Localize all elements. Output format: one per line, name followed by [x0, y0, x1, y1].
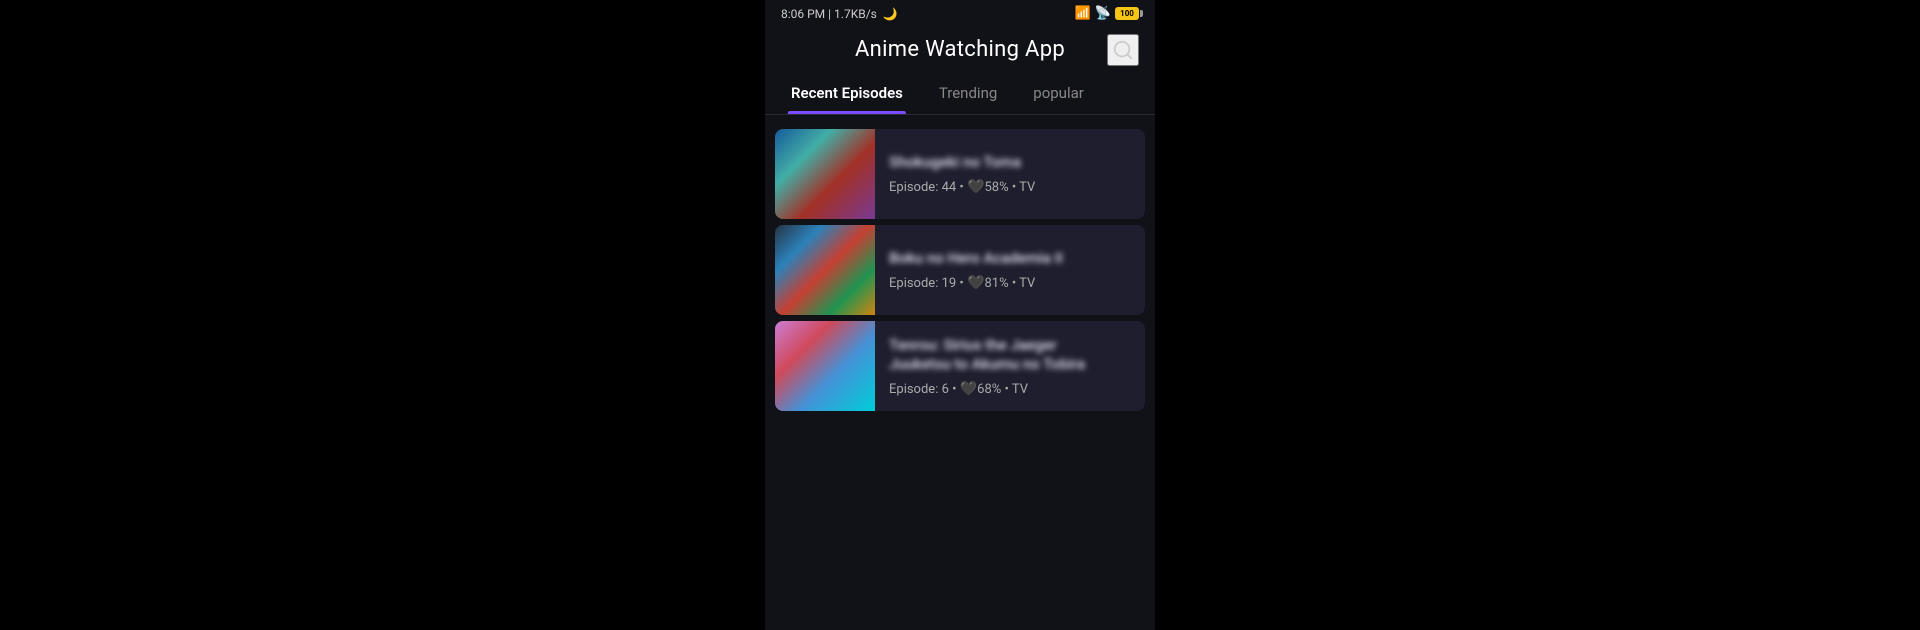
episode-card-1[interactable]: Shokugeki no Toma Episode: 44 • 🖤58% • T… — [775, 129, 1145, 219]
episode-card-3[interactable]: Tenrou: Sirius the Jaeger Juuketsu to Ak… — [775, 321, 1145, 411]
episode-meta-text-3: Episode: 6 • 🖤68% • TV — [889, 381, 1028, 397]
episode-title-1: Shokugeki no Toma — [889, 153, 1131, 173]
episode-info-3: Tenrou: Sirius the Jaeger Juuketsu to Ak… — [875, 324, 1145, 409]
episode-meta-1: Episode: 44 • 🖤58% • TV — [889, 179, 1131, 195]
episode-title-2: Boku no Hero Academia II — [889, 249, 1131, 269]
tab-popular[interactable]: popular — [1015, 72, 1102, 114]
status-bar: 8:06 PM | 1.7KB/s 🌙 📶 📡 100 — [765, 0, 1155, 27]
signal-icon: 📶 — [1075, 6, 1091, 21]
status-left: 8:06 PM | 1.7KB/s 🌙 — [781, 7, 898, 21]
time-network: 8:06 PM | 1.7KB/s — [781, 7, 877, 21]
thumb-overlay-2 — [775, 225, 875, 315]
tabs-container: Recent Episodes Trending popular — [765, 72, 1155, 115]
wifi-icon: 📡 — [1095, 6, 1111, 21]
episode-meta-text-2: Episode: 19 • 🖤81% • TV — [889, 275, 1035, 291]
heart-icon-3: 🖤 — [960, 381, 977, 397]
episode-meta-text-1: Episode: 44 • 🖤58% • TV — [889, 179, 1035, 195]
moon-icon: 🌙 — [883, 7, 898, 21]
episode-meta-2: Episode: 19 • 🖤81% • TV — [889, 275, 1131, 291]
search-button[interactable] — [1107, 34, 1139, 66]
episode-thumbnail-1 — [775, 129, 875, 219]
episode-meta-3: Episode: 6 • 🖤68% • TV — [889, 381, 1131, 397]
episode-title-3: Tenrou: Sirius the Jaeger Juuketsu to Ak… — [889, 336, 1131, 375]
episode-info-1: Shokugeki no Toma Episode: 44 • 🖤58% • T… — [875, 141, 1145, 207]
status-right: 📶 📡 100 — [1075, 6, 1139, 21]
tab-trending[interactable]: Trending — [921, 72, 1015, 114]
app-title: Anime Watching App — [855, 37, 1065, 62]
episode-card-2[interactable]: Boku no Hero Academia II Episode: 19 • 🖤… — [775, 225, 1145, 315]
heart-icon-1: 🖤 — [967, 179, 984, 195]
app-header: Anime Watching App — [765, 27, 1155, 72]
thumb-overlay-1 — [775, 129, 875, 219]
episode-thumbnail-2 — [775, 225, 875, 315]
phone-screen: 8:06 PM | 1.7KB/s 🌙 📶 📡 100 Anime Watchi… — [765, 0, 1155, 630]
episodes-list: Shokugeki no Toma Episode: 44 • 🖤58% • T… — [765, 115, 1155, 630]
episode-info-2: Boku no Hero Academia II Episode: 19 • 🖤… — [875, 237, 1145, 303]
thumb-overlay-3 — [775, 321, 875, 411]
heart-icon-2: 🖤 — [967, 275, 984, 291]
search-icon — [1112, 39, 1134, 61]
battery-icon: 100 — [1115, 7, 1139, 20]
episode-thumbnail-3 — [775, 321, 875, 411]
tab-recent-episodes[interactable]: Recent Episodes — [773, 72, 921, 114]
